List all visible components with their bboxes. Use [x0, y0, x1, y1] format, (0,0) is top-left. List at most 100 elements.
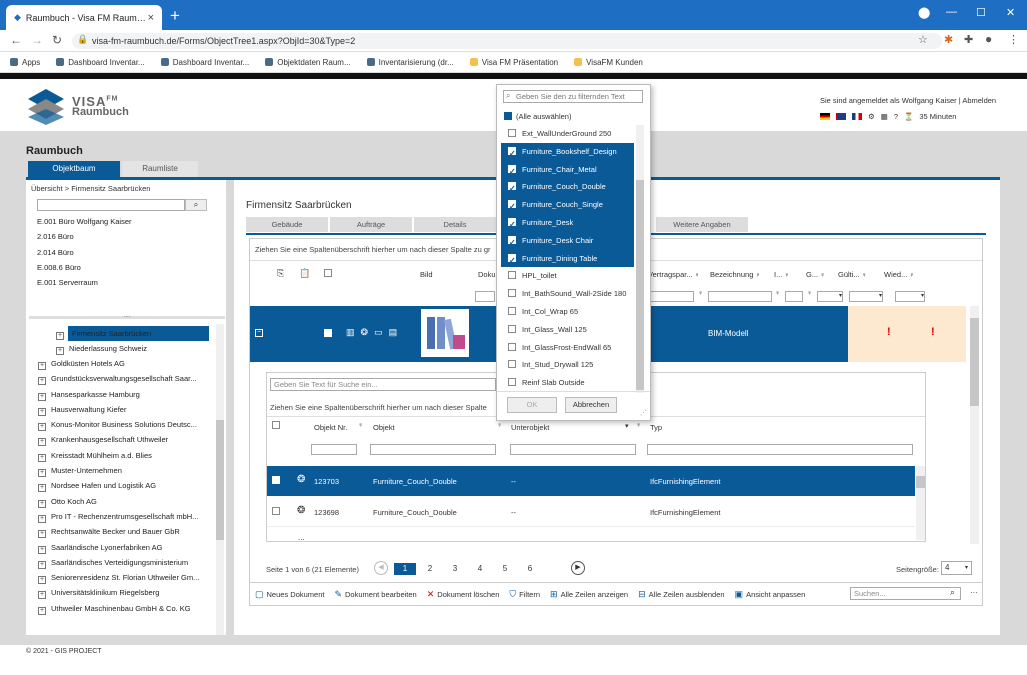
tree-item[interactable]: + Rechtsanwälte Becker und Bauer GbR — [38, 524, 216, 539]
more-icon[interactable]: ··· — [970, 588, 978, 597]
filter-option-checkbox[interactable] — [508, 342, 516, 351]
filter-option-checkbox[interactable] — [508, 198, 516, 214]
tree-item[interactable]: + Otto Koch AG — [38, 494, 216, 509]
map-icon[interactable]: ▦ — [881, 112, 888, 121]
toolbar-button[interactable]: ✎ Dokument bearbeiten — [334, 589, 416, 600]
filter-option-checkbox[interactable] — [508, 180, 516, 196]
col-typ[interactable]: Typ — [650, 423, 662, 432]
filter-option-checkbox[interactable] — [508, 145, 516, 161]
maximize-icon[interactable]: ☐ — [976, 6, 986, 19]
col-bild[interactable]: Bild — [420, 270, 433, 279]
col-objekt-nr[interactable]: Objekt Nr. — [314, 423, 347, 432]
filter-popup-input[interactable]: Geben Sie den zu filternden Text — [503, 90, 643, 103]
resize-grip-icon[interactable]: ⋰ — [640, 409, 647, 417]
grid-scrollbar[interactable] — [970, 306, 979, 544]
filter-option[interactable]: Int_BathSound_Wall-2Side 180 — [501, 285, 634, 303]
filter-typ[interactable] — [647, 444, 913, 455]
column-header[interactable]: G... ♀ — [806, 270, 838, 279]
help-icon[interactable]: ? — [894, 112, 898, 121]
filter-option-checkbox[interactable] — [508, 306, 516, 315]
detail-scrollbar[interactable] — [916, 466, 925, 540]
toolbar-button[interactable]: ⛉ Filtern — [509, 589, 540, 600]
filter-option[interactable]: Reinf Slab Outside — [501, 374, 634, 392]
page-3[interactable]: 3 — [444, 563, 466, 575]
flag-uk-icon[interactable] — [836, 113, 846, 120]
tree-item[interactable]: + Saarländisches Verteidigungsministerium — [38, 555, 216, 570]
filter-active-icon[interactable]: ♀ — [497, 422, 502, 429]
filter-option[interactable]: Furniture_Dining Table — [501, 249, 634, 268]
browser-tab[interactable]: ◆ Raumbuch - Visa FM Raumbuch × — [6, 5, 162, 30]
toolbar-button[interactable]: ⊞ Alle Zeilen anzeigen — [550, 589, 628, 600]
page-6[interactable]: 6 — [519, 563, 541, 575]
main-tab[interactable]: Aufträge — [330, 217, 412, 232]
menu-icon[interactable]: ⋮ — [1008, 33, 1019, 46]
window-icon[interactable]: ▭ — [374, 327, 383, 338]
header-checkbox[interactable] — [324, 269, 332, 277]
tab-objektbaum[interactable]: Objektbaum — [28, 161, 120, 177]
column-header[interactable]: Bezeichnung ♀ — [710, 270, 774, 279]
expand-icon[interactable]: + — [38, 407, 46, 416]
tree-item[interactable]: + Saarländische Lyonerfabriken AG — [38, 540, 216, 555]
tree-item[interactable]: + Universitätsklinikum Riegelsberg — [38, 585, 216, 600]
recent-item[interactable]: 2.014 Büro — [37, 245, 207, 260]
filter-option-checkbox[interactable] — [508, 216, 516, 232]
expand-icon[interactable]: + — [38, 392, 46, 401]
flag-de-icon[interactable] — [820, 113, 830, 120]
filter-icon[interactable]: ♀ — [907, 272, 914, 279]
collapse-icon[interactable]: − — [255, 329, 263, 337]
url-input[interactable]: visa-fm-raumbuch.de/Forms/ObjectTree1.as… — [72, 33, 942, 49]
filter-icon[interactable]: ♀ — [636, 422, 641, 429]
filter-icon[interactable]: ♀ — [782, 272, 789, 279]
bookmark-item[interactable]: Dashboard Inventar... — [56, 58, 145, 67]
toolbar-button[interactable]: ✕ Dokument löschen — [427, 589, 500, 600]
filter-g[interactable]: ▾ — [817, 291, 843, 302]
filter-option[interactable]: Int_GlassFrost-EndWall 65 — [501, 339, 634, 357]
tree-scrollbar[interactable] — [216, 324, 224, 635]
filter-option[interactable]: Int_Col_Wrap 65 — [501, 303, 634, 321]
logout-link[interactable]: Abmelden — [962, 96, 996, 105]
filter-i[interactable] — [785, 291, 803, 302]
page-5[interactable]: 5 — [494, 563, 516, 575]
table-row[interactable]: ❂ 123698 Furniture_Couch_Double -- IfcFurnis… — [267, 497, 915, 527]
filter-wied[interactable]: ▾ — [895, 291, 925, 302]
column-header[interactable]: I... ♀ — [774, 270, 806, 279]
tree-item[interactable]: + Grundstücksverwaltungsgesellschaft Saar… — [38, 371, 216, 386]
column-header[interactable]: Gülti... ♀ — [838, 270, 884, 279]
expand-icon[interactable]: + — [38, 560, 46, 569]
filter-option[interactable]: HPL_toilet — [501, 267, 634, 285]
attachment-icon[interactable]: ⎘ — [277, 268, 284, 279]
main-tab[interactable]: Gebäude — [246, 217, 328, 232]
prev-page-icon[interactable]: ◀ — [374, 561, 388, 575]
forward-icon[interactable]: → — [31, 33, 43, 47]
tree-item[interactable]: + Hansesparkasse Hamburg — [38, 387, 216, 402]
expand-icon[interactable]: + — [38, 438, 46, 447]
page-4[interactable]: 4 — [469, 563, 491, 575]
tree-item[interactable]: + Nordsee Hafen und Logistik AG — [38, 478, 216, 493]
flag-fr-icon[interactable] — [852, 113, 862, 120]
toolbar-button[interactable]: ▢ Neues Dokument — [255, 589, 324, 600]
filter-option[interactable]: Furniture_Couch_Double — [501, 178, 634, 197]
bookmark-item[interactable]: Inventarisierung (dr... — [367, 58, 454, 67]
filter-option[interactable]: Furniture_Chair_Metal — [501, 160, 634, 179]
toolbar-search-icon[interactable]: ⌕ — [950, 587, 955, 598]
tree-item[interactable]: + Muster-Unternehmen — [38, 463, 216, 478]
filter-option[interactable]: Furniture_Desk — [501, 213, 634, 232]
main-tab[interactable]: Weitere Angaben — [656, 217, 748, 232]
reload-icon[interactable]: ↻ — [52, 33, 62, 47]
filter-icon[interactable]: ♀ — [698, 290, 703, 297]
row-checkbox[interactable] — [324, 329, 332, 337]
document-icon[interactable]: ▤ — [389, 327, 398, 338]
tree-item[interactable]: + Goldküsten Hotels AG — [38, 356, 216, 371]
bookmark-item[interactable]: Objektdaten Raum... — [265, 58, 350, 67]
filter-doku[interactable] — [475, 291, 495, 302]
filter-ok-button[interactable]: OK — [507, 397, 557, 413]
bookmark-item[interactable]: Dashboard Inventar... — [161, 58, 250, 67]
page-2[interactable]: 2 — [419, 563, 441, 575]
expand-icon[interactable]: + — [38, 469, 46, 478]
select-all[interactable]: (Alle auswählen) — [504, 112, 571, 121]
filter-option-checkbox[interactable] — [508, 129, 516, 137]
filter-option-checkbox[interactable] — [508, 289, 516, 298]
tree-search-input[interactable] — [37, 199, 185, 211]
recent-item[interactable]: E.008.6 Büro — [37, 260, 207, 275]
detail-header-checkbox[interactable] — [272, 421, 280, 429]
